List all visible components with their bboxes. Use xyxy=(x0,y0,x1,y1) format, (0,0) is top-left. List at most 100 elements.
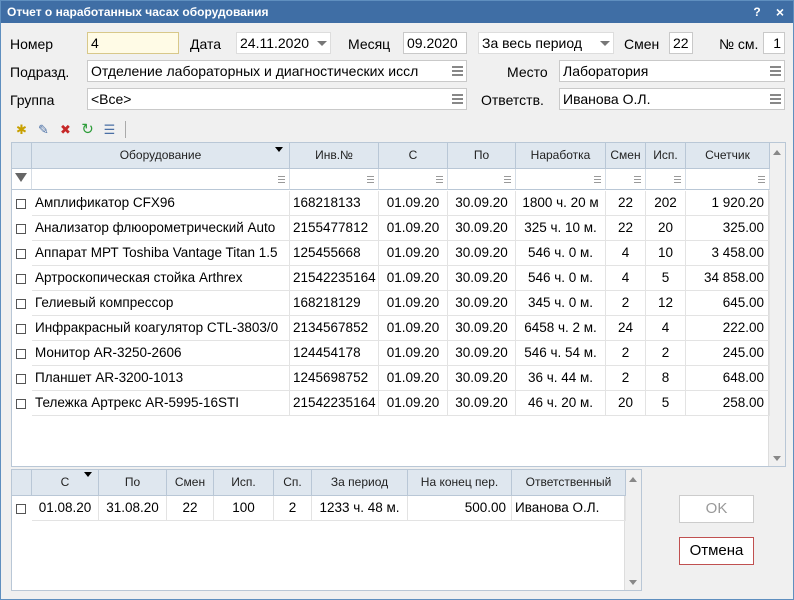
column-header[interactable]: Исп. xyxy=(214,470,274,496)
row-checkbox[interactable] xyxy=(16,504,26,514)
table-cell[interactable]: 4 xyxy=(606,241,646,266)
table-cell[interactable]: 124454178 xyxy=(290,341,379,366)
menu-icon[interactable] xyxy=(452,66,463,76)
table-cell[interactable]: 01.09.20 xyxy=(379,316,448,341)
vertical-scrollbar[interactable] xyxy=(624,470,641,590)
filter-cell[interactable] xyxy=(32,169,290,190)
column-header[interactable]: Смен xyxy=(167,470,214,496)
department-field[interactable]: Отделение лабораторных и диагностических… xyxy=(87,60,467,82)
table-cell[interactable]: 21542235164 xyxy=(290,266,379,291)
table-cell[interactable]: Инфракрасный коагулятор CTL-3803/0 xyxy=(32,316,290,341)
table-cell[interactable]: 546 ч. 0 м. xyxy=(516,241,606,266)
menu-icon[interactable] xyxy=(770,66,781,76)
edit-record-icon[interactable]: ✎ xyxy=(35,121,52,138)
filter-menu-icon[interactable] xyxy=(758,176,765,183)
table-cell[interactable]: 2 xyxy=(606,366,646,391)
filter-menu-icon[interactable] xyxy=(594,176,601,183)
table-cell[interactable]: 01.09.20 xyxy=(379,191,448,216)
properties-icon[interactable]: ☰ xyxy=(101,121,118,138)
filter-cell[interactable] xyxy=(606,169,646,190)
table-cell[interactable]: 30.09.20 xyxy=(448,216,516,241)
chevron-down-icon[interactable] xyxy=(317,41,327,46)
table-cell[interactable]: 2 xyxy=(646,341,686,366)
table-cell[interactable]: 2 xyxy=(274,496,312,521)
table-cell[interactable]: 30.09.20 xyxy=(448,241,516,266)
table-cell[interactable]: 01.09.20 xyxy=(379,341,448,366)
table-cell[interactable]: 30.09.20 xyxy=(448,291,516,316)
column-header[interactable]: Смен xyxy=(606,143,646,169)
table-cell[interactable]: 4 xyxy=(606,266,646,291)
column-header[interactable]: По xyxy=(448,143,516,169)
group-field[interactable]: <Все> xyxy=(87,88,467,110)
table-cell[interactable]: 5 xyxy=(646,266,686,291)
row-checkbox[interactable] xyxy=(16,224,26,234)
filter-cell[interactable] xyxy=(686,169,770,190)
table-cell[interactable]: 2 xyxy=(606,341,646,366)
filter-icon[interactable] xyxy=(15,173,27,182)
table-cell[interactable]: 648.00 xyxy=(686,366,770,391)
table-cell[interactable]: 10 xyxy=(646,241,686,266)
date-picker[interactable]: 24.11.2020 xyxy=(236,32,331,54)
table-cell[interactable]: 168218133 xyxy=(290,191,379,216)
smen-input[interactable]: 22 xyxy=(669,32,693,54)
table-cell[interactable]: 168218129 xyxy=(290,291,379,316)
nsm-input[interactable]: 1 xyxy=(763,32,785,54)
table-cell[interactable]: Артроскопическая стойка Arthrex xyxy=(32,266,290,291)
table-cell[interactable]: 546 ч. 54 м. xyxy=(516,341,606,366)
table-cell[interactable]: 6458 ч. 2 м. xyxy=(516,316,606,341)
table-cell[interactable]: 202 xyxy=(646,191,686,216)
table-cell[interactable]: 01.09.20 xyxy=(379,266,448,291)
table-cell[interactable]: 30.09.20 xyxy=(448,341,516,366)
table-cell[interactable]: Аппарат МРТ Toshiba Vantage Titan 1.5 xyxy=(32,241,290,266)
column-header[interactable]: С xyxy=(379,143,448,169)
row-checkbox[interactable] xyxy=(16,374,26,384)
scroll-down-icon[interactable] xyxy=(629,580,637,585)
scroll-up-icon[interactable] xyxy=(773,150,781,155)
refresh-icon[interactable]: ↻ xyxy=(79,121,96,138)
table-cell[interactable]: 30.09.20 xyxy=(448,266,516,291)
table-cell[interactable]: 100 xyxy=(214,496,274,521)
table-cell[interactable]: 245.00 xyxy=(686,341,770,366)
ok-button[interactable]: OK xyxy=(679,495,754,523)
row-checkbox[interactable] xyxy=(16,349,26,359)
column-header[interactable]: На конец пер. xyxy=(408,470,512,496)
period-select[interactable]: За весь период xyxy=(478,32,614,54)
location-field[interactable]: Лаборатория xyxy=(559,60,785,82)
table-cell[interactable]: 24 xyxy=(606,316,646,341)
table-cell[interactable]: 01.09.20 xyxy=(379,241,448,266)
table-cell[interactable]: Иванова О.Л. xyxy=(512,496,626,521)
filter-cell[interactable] xyxy=(290,169,379,190)
table-cell[interactable]: 1800 ч. 20 м xyxy=(516,191,606,216)
column-header[interactable]: С xyxy=(32,470,99,496)
table-cell[interactable]: 1 920.20 xyxy=(686,191,770,216)
filter-menu-icon[interactable] xyxy=(634,176,641,183)
table-cell[interactable]: 2134567852 xyxy=(290,316,379,341)
cancel-button[interactable]: Отмена xyxy=(679,537,754,565)
filter-cell[interactable] xyxy=(646,169,686,190)
table-cell[interactable]: 1233 ч. 48 м. xyxy=(312,496,408,521)
table-cell[interactable]: 30.09.20 xyxy=(448,316,516,341)
table-cell[interactable]: 2 xyxy=(606,291,646,316)
table-cell[interactable]: 258.00 xyxy=(686,391,770,416)
filter-cell[interactable] xyxy=(379,169,448,190)
table-cell[interactable]: Гелиевый компрессор xyxy=(32,291,290,316)
table-cell[interactable]: 01.08.20 xyxy=(32,496,99,521)
filter-menu-icon[interactable] xyxy=(278,176,285,183)
row-checkbox[interactable] xyxy=(16,274,26,284)
table-cell[interactable]: 22 xyxy=(606,191,646,216)
filter-menu-icon[interactable] xyxy=(367,176,374,183)
table-cell[interactable]: 22 xyxy=(167,496,214,521)
menu-icon[interactable] xyxy=(770,94,781,104)
table-cell[interactable]: Планшет AR-3200-1013 xyxy=(32,366,290,391)
table-cell[interactable]: 1245698752 xyxy=(290,366,379,391)
table-cell[interactable]: 2155477812 xyxy=(290,216,379,241)
table-cell[interactable]: 21542235164 xyxy=(290,391,379,416)
vertical-scrollbar[interactable] xyxy=(768,143,785,466)
table-cell[interactable]: Амплификатор CFX96 xyxy=(32,191,290,216)
scroll-down-icon[interactable] xyxy=(773,456,781,461)
table-cell[interactable]: 8 xyxy=(646,366,686,391)
menu-icon[interactable] xyxy=(452,94,463,104)
table-cell[interactable]: 30.09.20 xyxy=(448,191,516,216)
filter-cell[interactable] xyxy=(516,169,606,190)
responsible-field[interactable]: Иванова О.Л. xyxy=(559,88,785,110)
